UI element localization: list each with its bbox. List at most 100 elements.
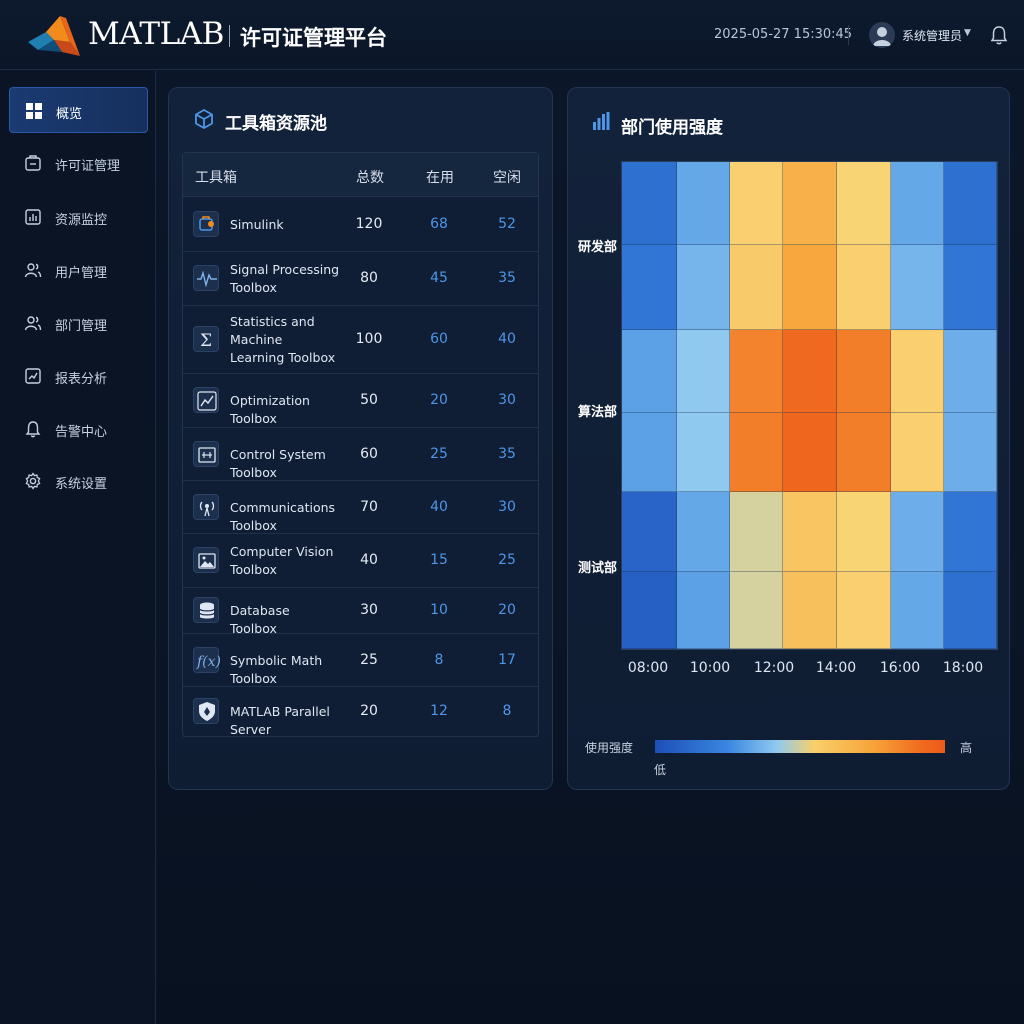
gear-icon <box>25 472 41 490</box>
heatmap-x-tick: 12:00 <box>753 660 795 676</box>
toolbox-idle: 52 <box>498 216 516 232</box>
heatmap-cell <box>783 330 837 413</box>
usage-heatmap <box>621 161 998 650</box>
legend-low-label: 低 <box>654 763 667 777</box>
shield-icon <box>193 698 219 724</box>
toolbox-used: 10 <box>430 602 448 618</box>
toolbox-used: 40 <box>430 499 448 515</box>
column-header-total: 总数 <box>356 170 384 186</box>
user-avatar[interactable] <box>869 22 895 48</box>
header-divider <box>848 25 849 45</box>
heatmap-cell <box>837 330 891 413</box>
sidebar-item-license[interactable]: 许可证管理 <box>9 140 148 186</box>
sidebar-item-label: 报表分析 <box>55 372 108 387</box>
cube-icon <box>195 108 213 130</box>
sidebar-item-reports[interactable]: 报表分析 <box>9 353 148 399</box>
heatmap-cell <box>730 492 783 572</box>
table-row[interactable]: Control System Toolbox 60 25 35 <box>183 428 538 481</box>
heatmap-cell <box>891 162 944 245</box>
users-icon <box>24 263 42 278</box>
heatmap-cell <box>783 492 837 572</box>
table-row[interactable]: Signal Processing Toolbox 80 45 35 <box>183 252 538 306</box>
heatmap-cell <box>944 572 997 649</box>
license-icon <box>25 155 41 171</box>
matlab-logo-icon <box>28 16 80 56</box>
heatmap-cell <box>783 245 837 330</box>
toolbox-idle: 17 <box>498 652 516 668</box>
antenna-icon <box>193 494 219 520</box>
optimization-chart-icon <box>193 387 219 413</box>
svg-text:Σ: Σ <box>200 331 212 351</box>
heatmap-cell <box>730 330 783 413</box>
table-row[interactable]: MATLAB Parallel Server 20 12 8 <box>183 687 538 737</box>
chevron-down-icon[interactable]: ▼ <box>964 28 971 38</box>
heatmap-cell <box>677 162 730 245</box>
heatmap-cell <box>677 330 730 413</box>
heatmap-cell <box>837 413 891 492</box>
sidebar-item-label: 概览 <box>56 107 83 122</box>
toolbox-used: 25 <box>430 446 448 462</box>
table-row[interactable]: f(x) Symbolic Math Toolbox 25 8 17 <box>183 634 538 687</box>
heatmap-y-label: 研发部 <box>578 240 618 255</box>
heatmap-cell <box>622 162 677 245</box>
heatmap-cell <box>944 330 997 413</box>
sidebar-item-users[interactable]: 用户管理 <box>9 247 148 293</box>
table-row[interactable]: Computer Vision Toolbox 40 15 25 <box>183 534 538 588</box>
heatmap-cell <box>891 245 944 330</box>
toolbox-used: 12 <box>430 703 448 719</box>
toolbox-used: 15 <box>430 552 448 568</box>
sidebar-item-label: 许可证管理 <box>55 159 121 174</box>
sidebar-item-resource-monitor[interactable]: 资源监控 <box>9 194 148 240</box>
heatmap-cell <box>730 245 783 330</box>
toolbox-name: Optimization Toolbox <box>230 393 310 426</box>
toolbox-total: 100 <box>355 331 383 347</box>
table-row[interactable]: Database Toolbox 30 10 20 <box>183 588 538 636</box>
toolbox-table: 工具箱 总数 在用 空闲 Simulink 120 68 52 Signal Proce… <box>182 152 539 737</box>
heatmap-cell <box>622 330 677 413</box>
toolbox-name: Control System Toolbox <box>230 447 326 480</box>
toolbox-total: 25 <box>360 652 378 668</box>
signal-wave-icon <box>193 265 219 291</box>
sidebar-item-alerts[interactable]: 告警中心 <box>9 406 148 452</box>
username-label[interactable]: 系统管理员 <box>902 27 962 44</box>
toolbox-panel-title: 工具箱资源池 <box>225 114 327 134</box>
heatmap-cell <box>783 162 837 245</box>
toolbox-used: 60 <box>430 331 448 347</box>
toolbox-name: Communications Toolbox <box>230 500 336 533</box>
heatmap-cell <box>622 245 677 330</box>
sidebar-item-departments[interactable]: 部门管理 <box>9 300 148 346</box>
toolbox-total: 40 <box>360 552 378 568</box>
top-header: MATLAB 许可证管理平台 2025-05-27 15:30:45 系统管理员… <box>0 0 1024 70</box>
heatmap-y-label: 测试部 <box>578 561 618 576</box>
heatmap-cell <box>837 162 891 245</box>
table-row[interactable]: Optimization Toolbox 50 20 30 <box>183 374 538 428</box>
sidebar-item-settings[interactable]: 系统设置 <box>9 458 148 504</box>
heatmap-x-tick: 18:00 <box>942 660 984 676</box>
toolbox-total: 20 <box>360 703 378 719</box>
heatmap-cell <box>677 492 730 572</box>
heatmap-x-tick: 14:00 <box>815 660 857 676</box>
sidebar-item-label: 资源监控 <box>55 213 108 228</box>
toolbox-name: Database Toolbox <box>230 603 290 636</box>
toolbox-total: 50 <box>360 392 378 408</box>
heatmap-y-label: 算法部 <box>578 405 618 420</box>
table-row[interactable]: Σ Statistics and Machine Learning Toolbox… <box>183 306 538 374</box>
notification-bell-icon[interactable] <box>989 24 1009 46</box>
heatmap-cell <box>837 492 891 572</box>
heatmap-cell <box>622 492 677 572</box>
report-icon <box>25 368 41 384</box>
heatmap-x-tick: 10:00 <box>689 660 731 676</box>
table-row[interactable]: Communications Toolbox 70 40 30 <box>183 481 538 534</box>
heatmap-cell <box>944 413 997 492</box>
toolbox-total: 60 <box>360 446 378 462</box>
toolbox-name: Symbolic Math Toolbox <box>230 653 323 686</box>
table-row[interactable]: Simulink 120 68 52 <box>183 198 538 252</box>
toolbox-idle: 40 <box>498 331 516 347</box>
toolbox-used: 45 <box>430 270 448 286</box>
heatmap-cell <box>622 413 677 492</box>
toolbox-idle: 30 <box>498 499 516 515</box>
toolbox-idle: 25 <box>498 552 516 568</box>
column-header-used: 在用 <box>426 170 454 186</box>
usage-panel-title: 部门使用强度 <box>621 118 723 138</box>
sidebar-item-overview[interactable]: 概览 <box>9 87 148 133</box>
